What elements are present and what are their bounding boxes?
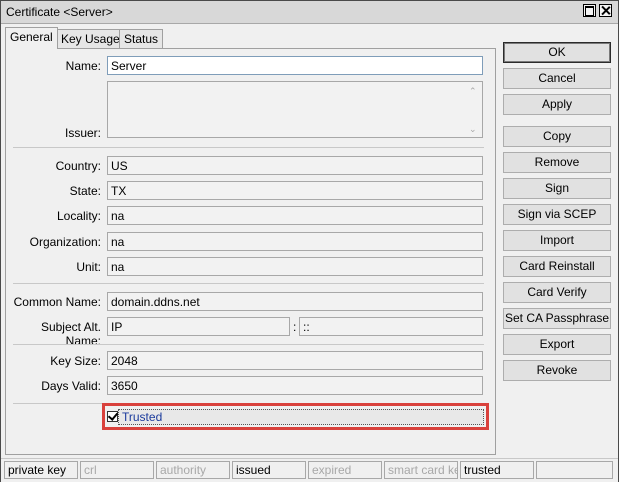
subject-alt-name-separator: : bbox=[293, 320, 297, 334]
unit-field[interactable]: na bbox=[107, 257, 483, 276]
sign-button[interactable]: Sign bbox=[503, 178, 611, 199]
close-icon[interactable] bbox=[599, 4, 612, 17]
status-trusted: trusted bbox=[460, 461, 534, 479]
status-authority: authority bbox=[156, 461, 230, 479]
state-field[interactable]: TX bbox=[107, 181, 483, 200]
key-size-field[interactable]: 2048 bbox=[107, 351, 483, 370]
status-empty bbox=[536, 461, 613, 479]
locality-label: Locality: bbox=[56, 209, 101, 223]
common-name-field[interactable]: domain.ddns.net bbox=[107, 292, 483, 311]
days-valid-label: Days Valid: bbox=[41, 379, 101, 393]
export-button[interactable]: Export bbox=[503, 334, 611, 355]
separator bbox=[13, 283, 484, 284]
revoke-button[interactable]: Revoke bbox=[503, 360, 611, 381]
tab-status[interactable]: Status bbox=[119, 29, 164, 48]
card-verify-button[interactable]: Card Verify bbox=[503, 282, 611, 303]
sign-via-scep-button[interactable]: Sign via SCEP bbox=[503, 204, 611, 225]
issuer-field[interactable]: ⌃ ⌄ bbox=[107, 81, 483, 138]
subject-alt-name-value-field[interactable]: :: bbox=[299, 317, 483, 336]
key-size-label: Key Size: bbox=[50, 354, 101, 368]
title-bar[interactable]: Certificate <Server> bbox=[1, 1, 618, 24]
trusted-highlight-annotation bbox=[102, 403, 489, 430]
certificate-window: Certificate <Server> General Key Usage S… bbox=[0, 0, 619, 482]
country-field[interactable]: US bbox=[107, 156, 483, 175]
days-valid-field[interactable]: 3650 bbox=[107, 376, 483, 395]
import-button[interactable]: Import bbox=[503, 230, 611, 251]
tab-key-usage[interactable]: Key Usage bbox=[56, 29, 125, 48]
subject-alt-name-type-field[interactable]: IP bbox=[107, 317, 290, 336]
name-label: Name: bbox=[65, 59, 101, 73]
card-reinstall-button[interactable]: Card Reinstall bbox=[503, 256, 611, 277]
status-expired: expired bbox=[308, 461, 382, 479]
status-issued: issued bbox=[232, 461, 306, 479]
issuer-label: Issuer: bbox=[64, 126, 101, 140]
status-bar: private key crl authority issued expired… bbox=[1, 458, 618, 482]
locality-field[interactable]: na bbox=[107, 206, 483, 225]
organization-label: Organization: bbox=[29, 235, 101, 249]
state-label: State: bbox=[69, 184, 101, 198]
organization-field[interactable]: na bbox=[107, 232, 483, 251]
window-title: Certificate <Server> bbox=[6, 5, 113, 19]
status-smart-card-key: smart card key bbox=[384, 461, 458, 479]
ok-button[interactable]: OK bbox=[503, 42, 611, 63]
scroll-down-icon[interactable]: ⌄ bbox=[469, 125, 477, 134]
apply-button[interactable]: Apply bbox=[503, 94, 611, 115]
status-private-key: private key bbox=[4, 461, 78, 479]
copy-button[interactable]: Copy bbox=[503, 126, 611, 147]
separator bbox=[13, 344, 484, 345]
separator bbox=[13, 147, 484, 148]
set-ca-passphrase-button[interactable]: Set CA Passphrase bbox=[503, 308, 611, 329]
common-name-label: Common Name: bbox=[13, 295, 101, 309]
remove-button[interactable]: Remove bbox=[503, 152, 611, 173]
status-crl: crl bbox=[80, 461, 154, 479]
maximize-icon[interactable] bbox=[583, 4, 596, 17]
unit-label: Unit: bbox=[76, 260, 101, 274]
scroll-up-icon[interactable]: ⌃ bbox=[469, 87, 477, 96]
cancel-button[interactable]: Cancel bbox=[503, 68, 611, 89]
tab-general[interactable]: General bbox=[5, 27, 58, 49]
country-label: Country: bbox=[55, 159, 101, 173]
name-field[interactable]: Server bbox=[107, 56, 483, 75]
